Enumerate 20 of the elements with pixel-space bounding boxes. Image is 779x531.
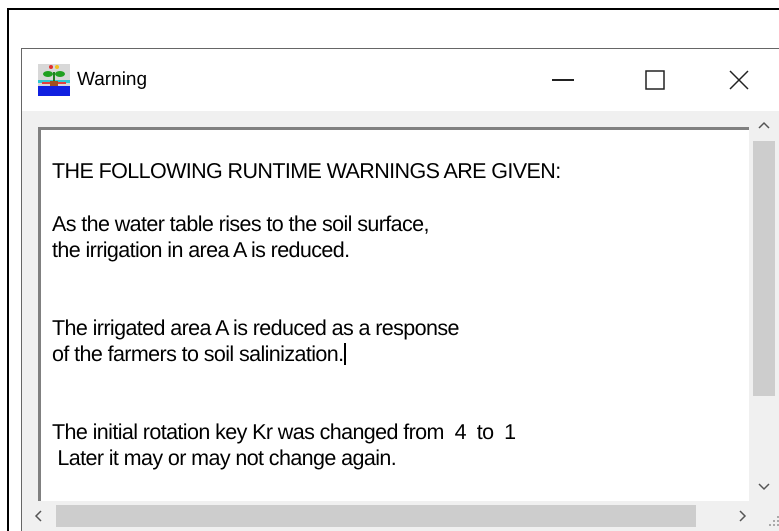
warning-line: The initial rotation key Kr was changed from 4 to 1 [52,419,516,445]
warning-line: the irrigation in area A is reduced. [52,237,350,263]
resize-grip-icon [769,516,779,526]
warnings-heading: THE FOLLOWING RUNTIME WARNINGS ARE GIVEN: [52,158,562,184]
app-icon [38,64,70,96]
warning-line: The irrigated area A is reduced as a response [52,315,459,341]
warning-text-area[interactable] [38,127,749,501]
window-title: Warning [77,68,148,92]
scroll-left-icon [34,510,42,522]
minimize-icon [552,79,574,81]
warning-line: As the water table rises to the soil surface, [52,211,429,237]
close-icon [729,70,749,90]
maximize-icon [645,70,665,90]
scrollbar-thumb[interactable] [753,141,775,396]
scroll-up-icon [758,121,770,129]
warning-line: of the farmers to soil salinization. [52,341,344,367]
scroll-down-icon [758,483,770,491]
scrollbar-thumb[interactable] [56,505,696,527]
warning-line: Later it may or may not change again. [56,445,396,471]
scroll-right-icon [739,510,747,522]
